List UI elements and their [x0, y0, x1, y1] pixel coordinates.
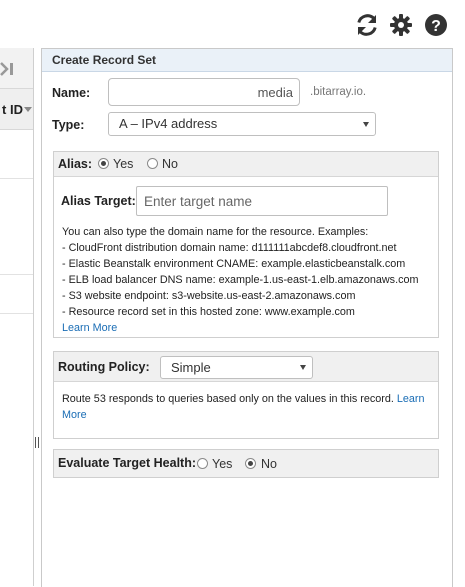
alias-help-line: You can also type the domain name for th… — [62, 226, 369, 238]
collapse-panel-icon[interactable] — [0, 61, 18, 77]
chevron-down-icon — [300, 365, 306, 370]
alias-help-line: - Resource record set in this hosted zon… — [62, 306, 355, 318]
type-select[interactable]: A – IPv4 address — [108, 112, 376, 136]
routing-policy-section: Routing Policy: Simple Route 53 responds… — [53, 351, 439, 439]
routing-help-text: Route 53 responds to queries based only … — [62, 391, 425, 407]
alias-help-line: - S3 website endpoint: s3-website.us-eas… — [62, 290, 356, 302]
alias-help-line: - Elastic Beanstalk environment CNAME: e… — [62, 258, 406, 270]
gear-icon[interactable] — [389, 13, 413, 37]
alias-help-line: - ELB load balancer DNS name: example-1.… — [62, 274, 419, 286]
evaluate-health-label: Evaluate Target Health: — [58, 456, 197, 470]
routing-policy-label: Routing Policy: — [58, 360, 150, 374]
health-no-label[interactable]: No — [261, 457, 277, 471]
routing-policy-header: Routing Policy: Simple — [54, 352, 438, 382]
routing-policy-value: Simple — [171, 360, 211, 375]
alias-section: Alias: Yes No Alias Target: You can also… — [53, 151, 439, 338]
health-yes-label[interactable]: Yes — [212, 457, 232, 471]
name-field[interactable] — [108, 78, 300, 106]
column-header-id[interactable]: t ID — [0, 89, 33, 130]
type-label: Type: — [52, 118, 85, 132]
table-row[interactable] — [0, 275, 33, 314]
chevron-down-icon — [363, 122, 369, 127]
column-header-label: t ID — [2, 102, 23, 117]
name-label: Name: — [52, 86, 91, 100]
routing-policy-select[interactable]: Simple — [160, 356, 313, 379]
sort-caret-icon — [24, 107, 32, 112]
alias-learn-more-link[interactable]: Learn More — [62, 320, 117, 336]
alias-header: Alias: Yes No — [54, 152, 438, 177]
domain-suffix: .bitarray.io. — [310, 86, 367, 98]
panel-splitter-handle[interactable] — [35, 437, 39, 448]
alias-yes-radio[interactable] — [98, 158, 109, 169]
alias-help-line: - CloudFront distribution domain name: d… — [62, 242, 397, 254]
evaluate-health-header: Evaluate Target Health: Yes No — [54, 450, 438, 477]
alias-no-label[interactable]: No — [162, 157, 178, 171]
table-row[interactable] — [0, 179, 33, 275]
evaluate-health-section: Evaluate Target Health: Yes No — [53, 449, 439, 478]
alias-target-input[interactable] — [136, 186, 388, 216]
alias-target-label: Alias Target: — [61, 194, 136, 208]
alias-yes-label[interactable]: Yes — [113, 157, 133, 171]
refresh-icon[interactable] — [355, 13, 379, 37]
routing-learn-link[interactable]: Learn — [397, 393, 425, 405]
table-row[interactable] — [0, 130, 33, 179]
alias-label: Alias: — [58, 157, 93, 171]
table-toolbar — [0, 48, 33, 89]
record-sets-table: t ID — [0, 48, 34, 586]
routing-more-link[interactable]: More — [62, 407, 87, 423]
svg-text:?: ? — [431, 18, 441, 35]
alias-no-radio[interactable] — [147, 158, 158, 169]
health-yes-radio[interactable] — [197, 458, 208, 469]
create-record-set-panel: Create Record Set Name: .bitarray.io. Ty… — [41, 48, 453, 587]
routing-help-line: Route 53 responds to queries based only … — [62, 393, 394, 405]
type-select-value: A – IPv4 address — [119, 116, 218, 131]
panel-title: Create Record Set — [42, 49, 452, 72]
help-icon[interactable]: ? — [424, 13, 448, 37]
health-no-radio[interactable] — [245, 458, 256, 469]
